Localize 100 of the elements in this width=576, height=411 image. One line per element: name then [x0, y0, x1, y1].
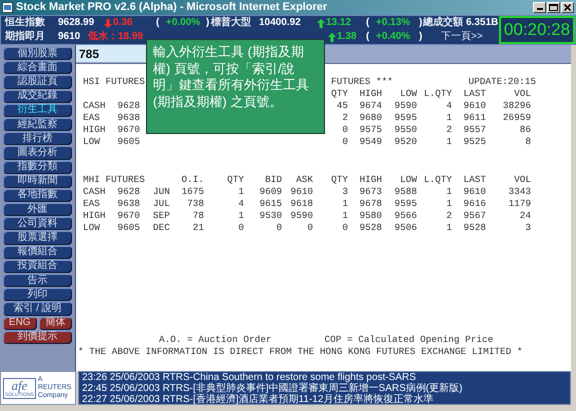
ticker-text: 總成交額	[423, 18, 463, 28]
table-cell-text: 1	[237, 210, 244, 222]
next-page-link[interactable]: 下一頁	[441, 32, 471, 42]
table-cell-text: 2	[341, 112, 348, 124]
table-cell-text: 4	[445, 100, 452, 112]
column-header: VOL	[513, 88, 531, 100]
news-headline[interactable]: 22:27 25/06/2003 RTRS-[香港經濟]酒店業者預期11-12月住房率將恢復正常水準	[82, 394, 567, 404]
table-cell-text: 9678	[358, 198, 382, 210]
column-header: VOL	[513, 174, 531, 186]
table-cell-text: 9605	[116, 136, 140, 148]
ticker-text: 13.12	[326, 18, 352, 28]
sidebar-item[interactable]: 公司資料	[3, 217, 72, 230]
column-header: BID	[264, 174, 282, 186]
sidebar-item[interactable]: 個別股票	[3, 47, 72, 60]
maximize-icon	[549, 4, 558, 11]
table-cell-text: 1	[445, 112, 452, 124]
table-cell-text: 9670	[116, 124, 140, 136]
table-cell-text: 2	[445, 124, 452, 136]
table-cell-text: 9588	[393, 186, 417, 198]
table-cell-text: 9550	[393, 124, 417, 136]
table-cell-text: 38296	[502, 100, 531, 112]
table-cell-text: 1	[237, 186, 244, 198]
minimize-button[interactable]	[533, 2, 546, 13]
table-cell-text: 9673	[358, 186, 382, 198]
table-cell-text: 738	[186, 198, 204, 210]
alert-button[interactable]: 到價提示	[3, 330, 72, 344]
table-cell-text: 0	[237, 222, 244, 234]
table-title: FUTURES ***	[331, 76, 394, 88]
table-cell-text: 9590	[289, 210, 313, 222]
ticker-text: +0.40%	[376, 32, 410, 42]
legend-note: A.O. = Auction Order	[159, 334, 272, 346]
table-cell-text: 86	[518, 124, 531, 136]
column-header: LAST	[462, 174, 486, 186]
table-cell-text: 1675	[180, 186, 204, 198]
table-cell-text: 9595	[393, 198, 417, 210]
table-cell-text: CASH	[83, 186, 107, 198]
column-header: L.QTY	[422, 88, 452, 100]
ticker-text: 9610	[58, 32, 80, 42]
next-page-link[interactable]: >>	[471, 32, 483, 42]
ticker-text: (	[156, 18, 160, 28]
sidebar-item[interactable]: 各地指數	[3, 188, 72, 202]
sidebar-item[interactable]: 認股証頁	[3, 75, 72, 89]
close-button[interactable]	[561, 2, 574, 13]
table-cell-text: 21	[192, 222, 204, 234]
sidebar-item[interactable]: 圖表分析	[3, 146, 72, 160]
ticker-text: 期指即月	[5, 32, 45, 42]
table-cell-text: 9525	[462, 136, 486, 148]
callout-tooltip: 輸入外衍生工具 (期指及期權) 頁號，可按「索引/說明」鍵查看所有外衍生工具 (期指及期權) 之頁號。	[146, 39, 325, 134]
column-header: L.QTY	[422, 174, 452, 186]
sidebar-item[interactable]: 成交紀錄	[3, 90, 72, 103]
table-cell-text: 3	[341, 186, 348, 198]
table-cell-text: 9638	[116, 112, 140, 124]
disclaimer-text: * THE ABOVE INFORMATION IS DIRECT FROM THE HONG KONG FUTURES EXCHANGE LIMITED *	[78, 346, 522, 358]
table-cell-text: 9595	[393, 112, 417, 124]
news-headline[interactable]: 23:26 25/06/2003 RTRS-China Southern to restore some flights post-SARS	[82, 372, 567, 382]
sidebar-item[interactable]: 列印	[3, 288, 72, 302]
ticker-text: 6.351B	[466, 18, 498, 28]
sidebar-item[interactable]: 指數分類	[3, 160, 72, 174]
browser-icon	[2, 2, 13, 13]
sidebar-item[interactable]: 排行榜	[3, 132, 72, 146]
sidebar-item[interactable]: 衍生工具	[3, 104, 72, 117]
table-cell-text: 9528	[462, 222, 486, 234]
table-cell-text: 1	[445, 198, 452, 210]
table-cell-text: EAS	[83, 112, 101, 124]
sidebar-item[interactable]: 索引 / 說明	[3, 302, 72, 316]
table-cell-text: 9567	[462, 210, 486, 222]
sidebar-item[interactable]: 經紀監察	[3, 118, 72, 132]
sidebar-item[interactable]: 投資組合	[3, 260, 72, 273]
table-cell-text: 9628	[116, 100, 140, 112]
close-icon	[564, 4, 571, 11]
sidebar-item[interactable]: 股票選擇	[3, 231, 72, 245]
table-cell-text: 9628	[116, 186, 140, 198]
table-cell-text: 8	[524, 136, 531, 148]
maximize-button[interactable]	[547, 2, 560, 13]
legend-note: COP = Calculated Opening Price	[324, 334, 494, 346]
language-button[interactable]: 簡体	[38, 316, 72, 330]
table-cell-text: 24	[518, 210, 531, 222]
column-header: QTY	[226, 174, 244, 186]
sidebar-item[interactable]: 即時新聞	[3, 174, 72, 188]
ticker-text: 10400.92	[259, 18, 301, 28]
sidebar-item[interactable]: 綜合畫面	[3, 61, 72, 74]
table-cell-text: 9680	[358, 112, 382, 124]
sidebar-item[interactable]: 告示	[3, 274, 72, 288]
table-cell-text: 3343	[507, 186, 531, 198]
news-headline[interactable]: 22:45 25/06/2003 RTRS-[非典型肺炎事件]中國證署審東周三新增一SARS病例(更新版)	[82, 382, 567, 394]
table-cell-text: 9674	[358, 100, 382, 112]
table-cell-text: 9520	[393, 136, 417, 148]
table-cell-text: 9549	[358, 136, 382, 148]
sidebar-item[interactable]: 外匯	[3, 203, 72, 216]
ticker-text: )	[206, 18, 210, 28]
column-header: ASK	[295, 174, 313, 186]
down-arrow-icon	[104, 18, 112, 28]
table-cell-text: 9528	[358, 222, 382, 234]
page-number-field[interactable]: 785	[76, 45, 146, 62]
language-button[interactable]: ENG	[3, 316, 36, 330]
table-cell-text: 9670	[116, 210, 140, 222]
sidebar-item[interactable]: 報價組合	[3, 246, 72, 259]
column-header: HIGH	[358, 88, 382, 100]
table-cell-text: 78	[192, 210, 204, 222]
ticker-text: 恒生指數	[5, 18, 45, 28]
